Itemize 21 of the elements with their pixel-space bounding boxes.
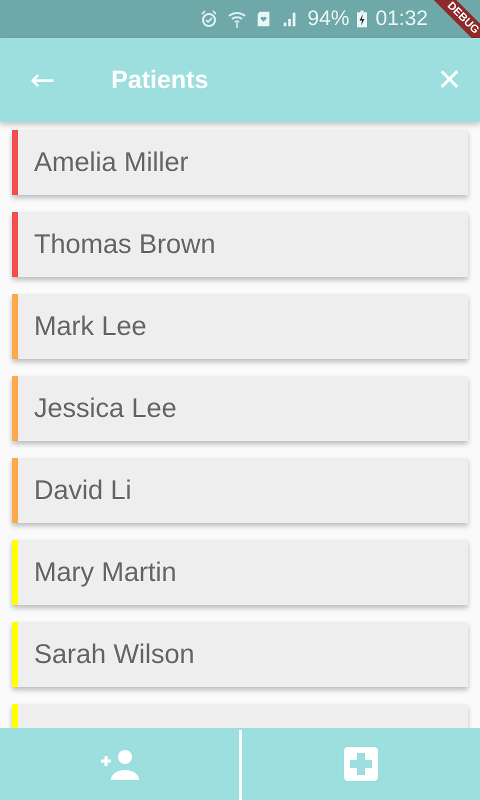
patient-card[interactable]: Amelia Miller xyxy=(12,130,468,195)
patient-name: David Li xyxy=(34,475,132,506)
patient-card[interactable]: Jessica Lee xyxy=(12,376,468,441)
patient-name: Amelia Miller xyxy=(34,147,189,178)
patient-card[interactable]: Mary Martin xyxy=(12,540,468,605)
patient-name: Jessica Lee xyxy=(34,393,177,424)
clock-time: 01:32 xyxy=(375,7,428,31)
wifi-icon xyxy=(227,9,248,29)
battery-charging-icon xyxy=(357,10,368,28)
medical-plus-icon xyxy=(344,747,378,781)
battery-percentage: 94% xyxy=(307,7,350,31)
patient-card[interactable]: Mark Lee xyxy=(12,294,468,359)
page-title: Patients xyxy=(111,66,208,94)
alarm-clock-icon xyxy=(199,9,220,29)
patient-card[interactable]: David Li xyxy=(12,458,468,523)
patient-card[interactable]: Sarah Wilson xyxy=(12,622,468,687)
patient-name: Mary Martin xyxy=(34,557,177,588)
patient-name: Mark Lee xyxy=(34,311,147,342)
patient-card[interactable]: Thomas Brown xyxy=(12,212,468,277)
patient-name: Thomas Brown xyxy=(34,229,216,260)
patient-name: Sarah Wilson xyxy=(34,639,195,670)
